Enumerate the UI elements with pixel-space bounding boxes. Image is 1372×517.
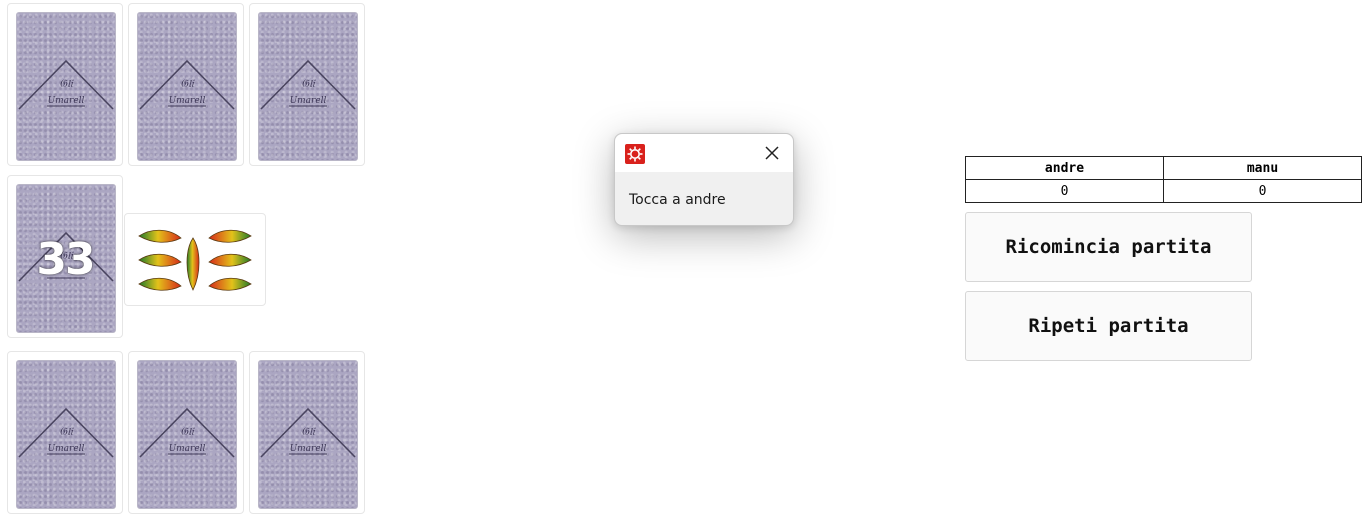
- svg-text:𝔊𝔩𝔦: 𝔊𝔩𝔦: [301, 77, 316, 90]
- player-name: andre: [965, 156, 1164, 180]
- player-name: manu: [1163, 156, 1362, 180]
- player-card-3[interactable]: 𝔊𝔩𝔦 Umarell: [249, 351, 365, 514]
- svg-text:Umarell: Umarell: [169, 444, 206, 454]
- svg-text:𝔊𝔩𝔦: 𝔊𝔩𝔦: [301, 425, 316, 438]
- svg-text:Umarell: Umarell: [48, 96, 85, 106]
- svg-text:Umarell: Umarell: [169, 96, 206, 106]
- deck-pile: 𝔊𝔩𝔦 33: [7, 175, 123, 338]
- card-back: 𝔊𝔩𝔦 Umarell: [137, 360, 237, 509]
- player-card-1[interactable]: 𝔊𝔩𝔦 Umarell: [7, 351, 123, 514]
- svg-text:Umarell: Umarell: [290, 96, 327, 106]
- player-score: 0: [965, 179, 1164, 203]
- scoreboard-score-row: 0 0: [965, 179, 1362, 203]
- restart-game-button[interactable]: Ricomincia partita: [965, 212, 1252, 282]
- card-back: 𝔊𝔩𝔦 Umarell: [16, 360, 116, 509]
- svg-text:𝔊𝔩𝔦: 𝔊𝔩𝔦: [59, 77, 74, 90]
- scoreboard-header-row: andre manu: [965, 156, 1362, 180]
- trump-card: [124, 213, 266, 306]
- svg-text:𝔊𝔩𝔦: 𝔊𝔩𝔦: [59, 425, 74, 438]
- player-score: 0: [1163, 179, 1362, 203]
- close-icon[interactable]: [761, 142, 783, 164]
- card-back: 𝔊𝔩𝔦 Umarell: [258, 12, 358, 161]
- opponent-card-2: 𝔊𝔩𝔦 Umarell: [128, 3, 244, 166]
- gear-app-icon: [625, 144, 645, 164]
- deck-remaining-count: 33: [36, 234, 95, 285]
- card-back: 𝔊𝔩𝔦 Umarell: [16, 12, 116, 161]
- dialog-message: Tocca a andre: [629, 192, 726, 208]
- turn-notification-dialog: Tocca a andre: [614, 133, 794, 226]
- opponent-card-1: 𝔊𝔩𝔦 Umarell: [7, 3, 123, 166]
- scoreboard-table: andre manu 0 0: [965, 156, 1362, 203]
- dialog-titlebar: [615, 134, 793, 172]
- coins-suit-icon: [138, 229, 252, 291]
- player-card-2[interactable]: 𝔊𝔩𝔦 Umarell: [128, 351, 244, 514]
- repeat-game-button[interactable]: Ripeti partita: [965, 291, 1252, 361]
- card-back: 𝔊𝔩𝔦 Umarell: [258, 360, 358, 509]
- card-back: 𝔊𝔩𝔦 Umarell: [137, 12, 237, 161]
- svg-text:𝔊𝔩𝔦: 𝔊𝔩𝔦: [180, 425, 195, 438]
- opponent-card-3: 𝔊𝔩𝔦 Umarell: [249, 3, 365, 166]
- svg-text:𝔊𝔩𝔦: 𝔊𝔩𝔦: [180, 77, 195, 90]
- svg-text:Umarell: Umarell: [48, 444, 85, 454]
- svg-text:Umarell: Umarell: [290, 444, 327, 454]
